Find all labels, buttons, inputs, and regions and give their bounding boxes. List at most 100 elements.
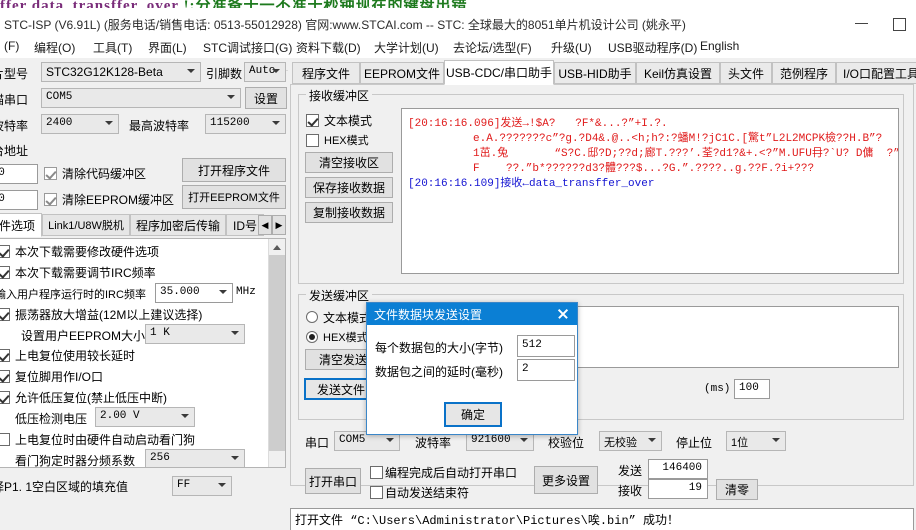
send-text-mode-radio[interactable] [306, 311, 318, 323]
maximize-button[interactable] [884, 12, 914, 36]
scan-port-select[interactable]: COM5 [41, 88, 241, 108]
option-poweron-delay-checkbox[interactable] [0, 349, 10, 362]
auto-send-terminator-checkbox[interactable] [370, 486, 383, 499]
tab-scroll-left-button[interactable]: ◀ [258, 215, 272, 235]
option-lvr-checkbox[interactable] [0, 391, 10, 404]
app-root: ffer data_transffer_over !:分准备十一不准十秒钟现在的… [0, 0, 916, 530]
mcu-model-select[interactable]: STC32G12K128-Beta [41, 62, 201, 82]
tab-keil-sim[interactable]: Keil仿真设置 [636, 62, 720, 84]
eeprom-address-value: 000 [0, 193, 5, 205]
recv-hex-mode-checkbox[interactable] [306, 134, 319, 147]
main-window: STC-ISP (V6.91L) (服务电话/销售电话: 0513-550129… [0, 12, 916, 530]
fill-value-select[interactable]: FF [172, 476, 232, 496]
packet-delay-label: 数据包之间的延时(毫秒) [375, 365, 503, 379]
max-baud-select[interactable]: 115200 [205, 114, 286, 134]
receive-textarea[interactable]: [20:16:16.096]发送→!$A? ?F*&...?”+I.?. e.A… [401, 108, 899, 274]
more-settings-button[interactable]: 更多设置 [534, 466, 598, 494]
option-auto-wdt-checkbox[interactable] [0, 433, 10, 446]
wdt-prescaler-value: 256 [150, 452, 170, 464]
baud-label: 波特率 [0, 119, 29, 133]
chevron-down-icon [218, 483, 226, 490]
auto-send-terminator-label: 自动发送结束符 [385, 486, 470, 500]
reset-counters-button[interactable]: 清零 [716, 479, 758, 500]
tab-usb-cdc-serial[interactable]: USB-CDC/串口助手 [444, 60, 554, 85]
tab-usb-hid[interactable]: USB-HID助手 [554, 62, 636, 84]
send-interval-field[interactable]: 100 [734, 379, 770, 399]
menu-item-forum[interactable]: 去论坛/选型(F) [453, 39, 532, 56]
clear-receive-button[interactable]: 清空接收区 [305, 152, 393, 173]
irc-frequency-select[interactable]: 35.000 [155, 283, 233, 303]
send-hex-mode-radio[interactable] [306, 331, 318, 343]
rx-count-field: 19 [648, 479, 708, 499]
option-poweron-delay-label: 上电复位使用较长延时 [15, 349, 136, 363]
dialog-ok-button[interactable]: 确定 [444, 402, 502, 427]
pin-count-select[interactable]: Auto [244, 62, 286, 82]
parity-value: 无校验 [604, 437, 637, 449]
send-interval-value: 100 [739, 382, 759, 394]
option-modify-hw-checkbox[interactable] [0, 245, 10, 258]
wdt-prescaler-select[interactable]: 256 [145, 449, 245, 467]
tab-scroll-right-button[interactable]: ▶ [272, 215, 286, 235]
chevron-down-icon [520, 438, 528, 445]
options-list-scrollbar[interactable] [268, 239, 285, 467]
tab-eeprom-file[interactable]: EEPROM文件 [360, 62, 444, 84]
chevron-down-icon [386, 438, 394, 445]
auto-open-port-checkbox[interactable] [370, 466, 383, 479]
lvd-voltage-select[interactable]: 2.00 V [95, 407, 195, 427]
save-receive-button[interactable]: 保存接收数据 [305, 177, 393, 198]
option-reset-as-io-checkbox[interactable] [0, 370, 10, 383]
tab-link1-u8w[interactable]: Link1/U8W脱机 [42, 214, 130, 236]
option-adjust-irc-checkbox[interactable] [0, 266, 10, 279]
packet-size-field[interactable]: 512 [517, 335, 575, 357]
menu-item-file[interactable]: (F) [4, 39, 19, 53]
tab-sample-program[interactable]: 范例程序 [772, 62, 836, 84]
tab-encrypt-transfer[interactable]: 程序加密后传输 [130, 214, 226, 236]
recv-text-mode-label: 文本模式 [324, 114, 373, 128]
clear-eeprom-buffer-checkbox[interactable] [44, 193, 57, 206]
dialog-close-button[interactable] [549, 303, 575, 325]
packet-delay-field[interactable]: 2 [517, 359, 575, 381]
open-program-file-button[interactable]: 打开程序文件 [182, 158, 286, 182]
open-serial-port-button[interactable]: 打开串口 [305, 468, 361, 494]
menu-item-university[interactable]: 大学计划(U) [374, 39, 439, 56]
recv-text-mode-checkbox[interactable] [306, 114, 319, 127]
baud-value: 2400 [46, 117, 73, 129]
menu-item-english[interactable]: English [700, 39, 739, 53]
chevron-down-icon [648, 438, 656, 445]
parity-select[interactable]: 无校验 [599, 431, 662, 451]
code-address-field[interactable]: 000 [0, 164, 38, 184]
menu-item-program[interactable]: 编程(O) [34, 39, 75, 56]
eeprom-address-field[interactable]: 000 [0, 190, 38, 210]
status-log[interactable]: 打开文件 “C:\Users\Administrator\Pictures\唉.… [290, 508, 914, 530]
port-settings-button[interactable]: 设置 [245, 87, 287, 109]
tab-header-file[interactable]: 头文件 [720, 62, 772, 84]
copy-receive-button[interactable]: 复制接收数据 [305, 202, 393, 223]
menu-item-downloads[interactable]: 资料下载(D) [296, 39, 361, 56]
baud-select[interactable]: 2400 [41, 114, 119, 134]
stopbit-select[interactable]: 1位 [726, 431, 786, 451]
packet-size-label: 每个数据包的大小(字节) [375, 341, 503, 355]
tab-hardware-options[interactable]: 件选项 [0, 213, 42, 237]
tab-io-config-tool[interactable]: I/O口配置工具 [836, 62, 916, 84]
menu-item-usb-driver[interactable]: USB驱动程序(D) [608, 39, 697, 56]
option-osc-gain-checkbox[interactable] [0, 308, 10, 321]
option-modify-hw-label: 本次下载需要修改硬件选项 [15, 245, 160, 259]
open-eeprom-file-button[interactable]: 打开EEPROM文件 [182, 185, 286, 209]
scroll-up-button[interactable] [269, 239, 285, 255]
menu-item-stc-debug[interactable]: STC调试接口(G) [203, 39, 292, 56]
hardware-options-list[interactable]: 本次下载需要修改硬件选项 本次下载需要调节IRC频率 输入用户程序运行时的IRC… [0, 238, 286, 468]
scrollbar-thumb[interactable] [269, 255, 285, 451]
left-panel: 片型号 STC32G12K128-Beta 引脚数 Auto 描串口 COM5 … [0, 58, 287, 530]
menu-item-tools[interactable]: 工具(T) [93, 39, 132, 56]
tab-program-file[interactable]: 程序文件 [292, 62, 360, 84]
chevron-down-icon [227, 95, 235, 102]
max-baud-label: 最高波特率 [129, 119, 190, 133]
minimize-button[interactable] [846, 12, 876, 36]
eeprom-size-select[interactable]: 1 K [145, 324, 245, 344]
start-address-label: 台地址 [0, 144, 29, 158]
code-address-value: 000 [0, 167, 5, 179]
menu-item-upgrade[interactable]: 升级(U) [551, 39, 592, 56]
menu-item-interface[interactable]: 界面(L) [148, 39, 187, 56]
chevron-down-icon [219, 290, 227, 297]
clear-code-buffer-checkbox[interactable] [44, 167, 57, 180]
